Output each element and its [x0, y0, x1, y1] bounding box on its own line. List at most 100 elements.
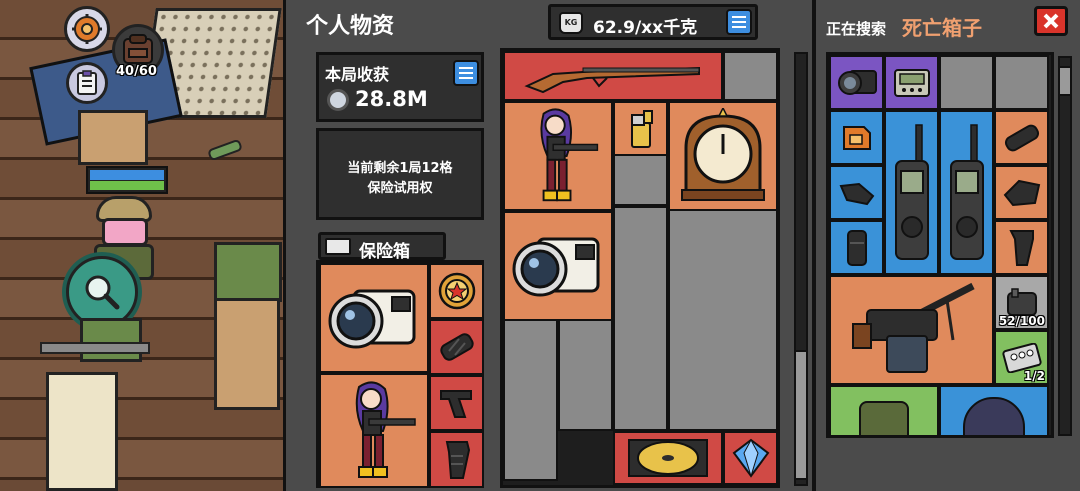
- white-crate: [46, 372, 118, 491]
- clipboard-icon: [77, 70, 97, 95]
- insurance-note-line1: 当前剩余1局12格: [347, 161, 453, 176]
- empty-slot[interactable]: [613, 151, 668, 206]
- empty-slot[interactable]: [939, 55, 994, 110]
- ammo-count: 52/100: [998, 314, 1045, 328]
- loot-slot-pills[interactable]: 1/2: [994, 330, 1049, 385]
- empty-slot[interactable]: [994, 55, 1049, 110]
- mantel-clock-icon: [681, 108, 765, 201]
- backpack-slot-clock[interactable]: [668, 101, 778, 211]
- diamond-icon: [732, 438, 769, 478]
- loot-slot-suppressor[interactable]: [994, 110, 1049, 165]
- close-icon: [1043, 13, 1059, 29]
- loot-slot-sim-card[interactable]: [829, 110, 884, 165]
- backpack-scroll-thumb[interactable]: [794, 350, 808, 480]
- safebox-slot-medal[interactable]: [429, 263, 484, 319]
- backpack-scrollbar[interactable]: [794, 52, 808, 486]
- backpack-icon: [123, 34, 153, 64]
- grip-icon: [1008, 229, 1034, 266]
- grip-icon: [846, 229, 867, 266]
- cd-case-icon: [628, 439, 708, 477]
- backpack-slot-rifle[interactable]: [503, 51, 723, 101]
- loot-slot-walkie-talkie[interactable]: [884, 110, 939, 275]
- weight-text: 62.9/xx千克: [593, 18, 698, 38]
- tasks-button[interactable]: [66, 62, 108, 104]
- safebox-header: 保险箱: [318, 232, 446, 262]
- loot-scroll-thumb[interactable]: [1058, 66, 1072, 96]
- carry-capacity-text: 40/60: [116, 64, 157, 79]
- loot-grid: 52/100 1/2: [826, 52, 1054, 438]
- lighter-icon: [630, 109, 653, 148]
- search-label: 正在搜索: [826, 20, 887, 38]
- safebox-slot-pistol-grip[interactable]: [429, 431, 484, 488]
- camcorder-icon: [512, 237, 600, 297]
- walkie-talkie-icon: [949, 123, 984, 260]
- backpack-slot-camcorder[interactable]: [503, 211, 613, 321]
- settings-gear-icon: [72, 14, 102, 44]
- camcorder-icon: [837, 69, 877, 95]
- sim-card-icon: [842, 125, 871, 150]
- loot-slot-machine-gun[interactable]: [829, 275, 994, 385]
- rifle-icon: [524, 66, 700, 94]
- loot-slot-ammo[interactable]: 52/100: [994, 275, 1049, 330]
- grip-icon: [1003, 179, 1040, 206]
- loot-slot-helmet[interactable]: [939, 385, 1049, 435]
- personal-panel-title: 个人物资: [306, 14, 395, 39]
- anime-girl-figure-icon: [355, 381, 416, 478]
- ammo-crate: [214, 242, 282, 302]
- grip-icon: [445, 440, 470, 479]
- loot-slot-foregrip[interactable]: [829, 220, 884, 275]
- loot-slot-scope-mount[interactable]: [994, 165, 1049, 220]
- search-panel: 正在搜索 死亡箱子 52/100 1/2: [816, 0, 1080, 491]
- earnings-value: 28.8M: [355, 87, 428, 111]
- grip-icon: [439, 333, 474, 361]
- coin-icon: [327, 89, 349, 111]
- pill-pack-icon: [1001, 342, 1042, 373]
- safebox-title: 保险箱: [359, 242, 410, 262]
- backpack-grid: [500, 48, 780, 488]
- loot-slot-camcorder[interactable]: [829, 55, 884, 110]
- wooden-table: [214, 298, 280, 410]
- safebox-icon: [325, 238, 351, 255]
- close-button[interactable]: [1034, 6, 1068, 36]
- safebox-slot-foregrip[interactable]: [429, 375, 484, 431]
- weight-list-button[interactable]: [726, 9, 752, 35]
- pager-icon: [893, 68, 930, 97]
- safebox-slot-grip[interactable]: [429, 319, 484, 375]
- backpack-slot-figure[interactable]: [503, 101, 613, 211]
- grip-icon: [839, 182, 874, 205]
- backpack-slot-cd[interactable]: [613, 431, 723, 485]
- earnings-list-button[interactable]: [453, 60, 479, 86]
- game-scene: 40/60: [0, 0, 286, 491]
- loot-slot-pager[interactable]: [884, 55, 939, 110]
- backpack-slot-lighter[interactable]: [613, 101, 668, 156]
- empty-slot[interactable]: [723, 51, 778, 101]
- magnifier-icon: [85, 275, 120, 310]
- loot-scrollbar[interactable]: [1058, 56, 1072, 436]
- loot-slot-pistol-grip[interactable]: [994, 220, 1049, 275]
- settings-button[interactable]: [64, 6, 110, 52]
- camcorder-icon: [328, 289, 416, 349]
- machine-gun-icon: [851, 282, 975, 373]
- search-target-title: 死亡箱子: [902, 16, 982, 40]
- earnings-box: 本局收获 28.8M: [316, 52, 484, 122]
- insurance-note-line2: 保险试用权: [367, 181, 433, 196]
- grip-icon: [439, 390, 472, 418]
- insurance-note-box: 当前剩余1局12格 保险试用权: [316, 128, 484, 220]
- backpack-slot-diamond[interactable]: [723, 431, 778, 485]
- grip-icon: [1004, 124, 1039, 151]
- weight-kg-icon: KG: [559, 12, 583, 34]
- medal-icon: [438, 272, 475, 310]
- safebox-slot-figure[interactable]: [319, 373, 429, 488]
- empty-slot[interactable]: [613, 206, 668, 431]
- loot-slot-backpack[interactable]: [829, 385, 939, 435]
- empty-slot[interactable]: [668, 206, 778, 431]
- earnings-title: 本局收获: [325, 65, 390, 84]
- ammo-crate: [80, 318, 142, 362]
- loot-slot-stock[interactable]: [829, 165, 884, 220]
- safebox-slot-camcorder[interactable]: [319, 263, 429, 373]
- safebox-grid: [316, 260, 484, 488]
- anime-girl-figure-icon: [540, 108, 599, 202]
- pills-count: 1/2: [1023, 369, 1045, 383]
- metal-beam: [40, 342, 150, 354]
- loot-slot-walkie-talkie[interactable]: [939, 110, 994, 275]
